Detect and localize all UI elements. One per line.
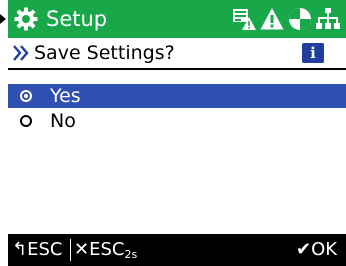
device-screen: Setup Save Settings? i Yes No ↰ESC ✕ESC2… xyxy=(8,0,346,266)
info-icon: i xyxy=(310,44,316,62)
cancel-icon: ✕ xyxy=(74,239,90,260)
double-chevron-right-icon xyxy=(13,45,29,61)
option-yes[interactable]: Yes xyxy=(8,84,346,108)
esc-hold-softkey[interactable]: ✕ESC2s xyxy=(74,234,137,266)
ok-label: OK xyxy=(311,239,338,260)
softkey-divider xyxy=(70,239,71,261)
esc-label: ESC xyxy=(27,239,63,260)
checkmark-icon: ✔ xyxy=(296,239,312,260)
softkey-bar: ↰ESC ✕ESC2s ✔OK xyxy=(8,234,346,266)
question-text: Save Settings? xyxy=(34,42,175,64)
network-tree-icon xyxy=(316,8,340,29)
network-warning-icon xyxy=(233,9,256,30)
selection-pointer-icon xyxy=(0,14,6,24)
question-row: Save Settings? i xyxy=(8,38,346,68)
gear-icon xyxy=(14,7,38,31)
radio-selected-icon xyxy=(20,90,32,102)
esc-back-softkey[interactable]: ↰ESC xyxy=(12,234,62,266)
globe-pie-icon xyxy=(289,8,311,30)
page-title: Setup xyxy=(46,7,108,31)
back-arrow-icon: ↰ xyxy=(12,239,28,260)
radio-unselected-icon xyxy=(20,115,32,127)
option-label: No xyxy=(50,110,76,132)
ok-softkey[interactable]: ✔OK xyxy=(296,234,337,266)
divider xyxy=(8,68,346,70)
hold-duration-label: 2s xyxy=(124,248,138,261)
option-label: Yes xyxy=(50,85,81,107)
title-bar: Setup xyxy=(8,0,346,38)
esc-hold-label: ESC xyxy=(89,239,125,260)
option-no[interactable]: No xyxy=(8,109,346,133)
warning-icon xyxy=(260,8,284,30)
info-button[interactable]: i xyxy=(302,43,324,63)
